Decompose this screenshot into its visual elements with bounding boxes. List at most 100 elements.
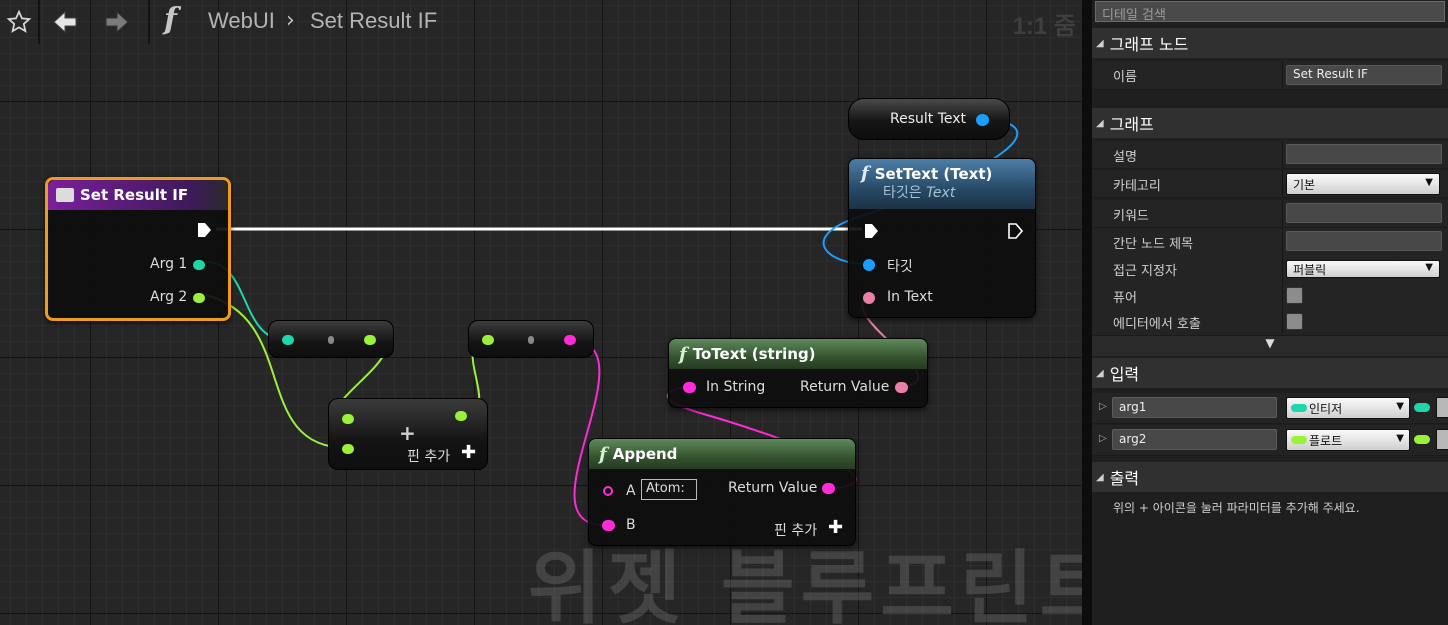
type-color-pin (1414, 435, 1430, 444)
a-default-field[interactable]: Atom: (641, 479, 697, 500)
property-row-keywords: 키워드 (1092, 200, 1448, 228)
access-specifier-combo[interactable]: 퍼블릭 ▼ (1286, 260, 1440, 278)
pure-checkbox[interactable] (1286, 287, 1303, 304)
property-row-description: 설명 (1092, 141, 1448, 169)
in-string-label: In String (706, 379, 766, 395)
return-value-pin[interactable] (895, 382, 908, 393)
a-in-pin[interactable] (603, 486, 613, 496)
conversion-in-pin[interactable] (482, 335, 494, 345)
event-entry-icon (56, 188, 74, 202)
add-out-pin[interactable] (455, 411, 467, 421)
outputs-hint-text: 위의 + 아이콘을 눌러 파라미터를 추가해 주세요. (1113, 501, 1360, 515)
target-label: 타깃 (887, 259, 913, 275)
description-field[interactable] (1286, 144, 1442, 164)
section-graph-node[interactable]: ◢ 그래프 노드 (1092, 28, 1448, 58)
totext-function-node[interactable]: f ToText (string) In String Return Value (668, 338, 928, 408)
toolbar-divider (38, 0, 40, 44)
zoom-level: 1:1 줌 (1012, 13, 1076, 40)
conversion-in-pin[interactable] (282, 335, 294, 345)
a-label: A (626, 483, 636, 499)
input-row: ▷ arg1 인티저 ▼ (1092, 393, 1448, 424)
add-pin-label[interactable]: 핀 추가 (407, 446, 450, 466)
back-button[interactable] (48, 4, 82, 40)
chevron-down-icon: ▼ (1265, 336, 1275, 350)
array-toggle-button[interactable] (1436, 429, 1448, 450)
exec-out-pin[interactable] (196, 222, 212, 238)
input-name-field[interactable]: arg1 (1112, 397, 1277, 418)
result-text-variable-node[interactable]: Result Text (848, 98, 1010, 140)
breadcrumb-root[interactable]: WebUI (208, 8, 275, 34)
expand-arrow-icon[interactable]: ▷ (1099, 401, 1107, 412)
details-search-input[interactable]: 디테일 검색 (1095, 1, 1445, 23)
b-in-pin[interactable] (602, 520, 615, 531)
arg1-out-pin[interactable] (193, 260, 205, 270)
in-text-pin[interactable] (863, 292, 875, 304)
dropdown-arrow-icon: ▼ (1396, 433, 1404, 444)
node-header: f ToText (string) (669, 339, 927, 369)
property-row-access: 접근 지정자 퍼블릭 ▼ (1092, 255, 1448, 283)
conversion-out-pin[interactable] (564, 335, 576, 345)
array-toggle-button[interactable] (1436, 397, 1448, 418)
function-icon: f (861, 163, 869, 184)
category-combo[interactable]: 기본 ▼ (1286, 173, 1440, 195)
conversion-dot (528, 336, 534, 344)
add-in-a-pin[interactable] (342, 414, 354, 424)
in-text-label: In Text (887, 289, 933, 305)
keywords-field[interactable] (1286, 203, 1442, 223)
property-row-name: 이름 Set Result IF (1092, 61, 1448, 90)
favorite-star-button[interactable] (2, 4, 36, 40)
collapse-triangle-icon: ◢ (1096, 471, 1104, 483)
exec-in-pin[interactable] (863, 223, 879, 239)
call-in-editor-checkbox[interactable] (1286, 313, 1303, 330)
node-title: Append (612, 445, 678, 463)
input-type-combo[interactable]: 플로트 ▼ (1286, 429, 1410, 451)
variable-out-pin[interactable] (976, 114, 989, 126)
plus-icon: + (399, 421, 416, 445)
breadcrumb-separator-icon: › (286, 8, 295, 33)
section-outputs[interactable]: ◢ 출력 (1092, 462, 1448, 492)
compact-title-field[interactable] (1286, 231, 1442, 251)
settext-function-node[interactable]: f SetText (Text) 타깃은 Text 타깃 In Text (848, 158, 1036, 318)
add-float-node[interactable]: + 핀 추가 ✚ (328, 398, 488, 470)
panel-splitter[interactable] (1082, 0, 1092, 625)
add-in-b-pin[interactable] (342, 444, 354, 454)
function-icon: f (599, 443, 607, 465)
dropdown-arrow-icon: ▼ (1425, 262, 1433, 273)
conversion-node-float-to-string[interactable] (468, 320, 594, 358)
arg2-out-pin[interactable] (193, 293, 205, 303)
forward-button[interactable] (100, 4, 134, 40)
node-subtitle: 타깃은 Text (883, 185, 956, 201)
b-label: B (626, 517, 636, 533)
collapse-triangle-icon: ◢ (1096, 37, 1104, 49)
add-pin-plus-icon[interactable]: ✚ (461, 442, 476, 463)
section-inputs[interactable]: ◢ 입력 (1092, 358, 1448, 388)
in-string-pin[interactable] (683, 382, 696, 393)
advanced-expand-arrow[interactable]: ▼ (1092, 336, 1448, 356)
toolbar-divider (148, 0, 150, 44)
breadcrumb-current[interactable]: Set Result IF (310, 8, 437, 34)
conversion-node-int-to-float[interactable] (268, 320, 394, 358)
conversion-out-pin[interactable] (364, 335, 376, 345)
exec-out-pin[interactable] (1007, 223, 1023, 239)
arrow-left-icon (53, 10, 77, 34)
collapse-triangle-icon: ◢ (1096, 367, 1104, 379)
variable-label: Result Text (890, 111, 967, 127)
function-icon: f (164, 2, 177, 37)
target-in-pin[interactable] (863, 259, 875, 271)
return-value-pin[interactable] (822, 483, 835, 494)
input-name-field[interactable]: arg2 (1112, 429, 1277, 450)
node-title: SetText (Text) (874, 165, 993, 183)
collapse-triangle-icon: ◢ (1096, 117, 1104, 129)
property-row-call-in-editor: 에디터에서 호출 (1092, 308, 1448, 336)
arrow-right-icon (105, 10, 129, 34)
function-entry-node[interactable]: Set Result IF Arg 1 Arg 2 (45, 177, 231, 321)
expand-arrow-icon[interactable]: ▷ (1099, 433, 1107, 444)
blueprint-graph-canvas[interactable]: f WebUI › Set Result IF 1:1 줌 위젯 블루프린트 S… (0, 0, 1086, 625)
section-graph[interactable]: ◢ 그래프 (1092, 108, 1448, 138)
add-pin-plus-icon[interactable]: ✚ (828, 517, 843, 538)
input-type-combo[interactable]: 인티저 ▼ (1286, 397, 1410, 419)
node-title: Set Result IF (80, 186, 189, 204)
append-function-node[interactable]: f Append A Atom: B Return Value 핀 추가 ✚ (588, 438, 856, 546)
add-pin-label[interactable]: 핀 추가 (774, 520, 817, 540)
name-field[interactable]: Set Result IF (1286, 65, 1442, 85)
